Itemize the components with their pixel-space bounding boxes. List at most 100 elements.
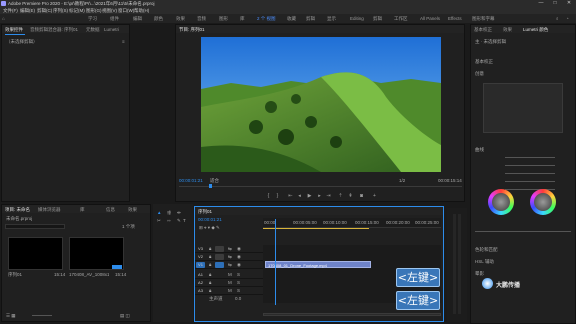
razor-tool-icon[interactable]: ✂	[157, 218, 161, 224]
zoom-slider[interactable]	[32, 315, 52, 316]
timeline-scroll-bar[interactable]	[263, 313, 441, 316]
section-wheels-match[interactable]: 色轮和匹配	[475, 247, 498, 253]
tab-project[interactable]: 项目: 未命名	[5, 207, 30, 213]
adjust-slider[interactable]	[505, 181, 555, 182]
maximize-button[interactable]: □	[548, 0, 562, 7]
add-button-icon[interactable]: +	[372, 194, 377, 199]
track-mute-icon[interactable]: M	[228, 288, 232, 293]
workspace-tab[interactable]: 编辑	[133, 16, 142, 22]
go-to-out-icon[interactable]: ⇥	[326, 194, 331, 199]
section-curves[interactable]: 曲线	[475, 147, 484, 153]
track-eye-icon[interactable]: ◉	[237, 254, 241, 260]
workspace-tab[interactable]: 剪辑	[373, 16, 382, 22]
workspace-tab[interactable]: 库	[240, 16, 245, 22]
work-area-bar[interactable]	[263, 228, 369, 229]
video-clip[interactable]: 170408_01_Drone_Footage.mp4	[265, 261, 371, 268]
program-playhead[interactable]	[209, 184, 212, 188]
track-target[interactable]	[215, 262, 224, 268]
tab-effect-controls[interactable]: 效果控件	[5, 27, 23, 33]
track-lock-icon[interactable]: 🔒︎	[209, 246, 211, 251]
tab-media-browser[interactable]: 媒体浏览器	[38, 207, 61, 213]
workspace-tab[interactable]: 组件	[110, 16, 119, 22]
mark-out-icon[interactable]: }	[275, 194, 280, 199]
time-ruler[interactable]: 00:00 00:00:05:00 00:00:10:00 00:00:15:0…	[263, 218, 441, 228]
workspace-tab[interactable]: 颜色	[154, 16, 163, 22]
selection-tool-icon[interactable]: ▲	[157, 210, 161, 215]
extract-icon[interactable]: ⇞	[348, 194, 353, 199]
section-hsl-secondary[interactable]: HSL 辅助	[475, 259, 494, 265]
track-target[interactable]	[215, 254, 224, 260]
program-timecode[interactable]: 00:00:01:21	[179, 178, 203, 183]
track-lock-icon[interactable]: 🔒︎	[209, 280, 211, 285]
workspace-tab[interactable]: 剪辑	[306, 16, 315, 22]
workspace-tab[interactable]: 图形和字幕	[472, 16, 495, 22]
track-sync-icon[interactable]: ⇆	[228, 246, 232, 252]
track-lock-icon[interactable]: 🔒︎	[209, 262, 211, 267]
project-search-input[interactable]	[5, 224, 65, 229]
minimize-button[interactable]: —	[534, 0, 548, 7]
track-sync-icon[interactable]: ⇆	[228, 254, 232, 260]
notification-icon[interactable]: ◔	[566, 16, 569, 21]
resolution-dropdown[interactable]: 1/2	[399, 178, 405, 183]
tab-lumetri-scopes[interactable]: Lumetri	[104, 27, 119, 32]
timeline-tools-icons[interactable]: ⊞ ⌖ ▾ ◆ ✎	[199, 225, 220, 231]
workspace-tab[interactable]: 显示	[327, 16, 336, 22]
workspace-tab[interactable]: All Panels	[420, 16, 440, 21]
adjust-slider[interactable]	[505, 173, 555, 174]
adjust-slider[interactable]	[505, 157, 555, 158]
tab-audio-mixer[interactable]: 音频剪辑混合器: 序列01	[30, 27, 78, 33]
track-lock-icon[interactable]: 🔒︎	[209, 272, 211, 277]
export-frame-icon[interactable]: ◙	[359, 194, 364, 199]
timeline-playhead[interactable]	[274, 219, 276, 305]
section-creative[interactable]: 创意	[475, 71, 484, 77]
search-icon[interactable]: ⌕	[556, 16, 559, 21]
track-name[interactable]: A2	[196, 280, 205, 286]
tab-info[interactable]: 信息	[106, 207, 115, 213]
workspace-tab[interactable]: 收藏	[287, 16, 296, 22]
list-view-icon[interactable]: ☰ ▦	[6, 313, 16, 319]
go-to-in-icon[interactable]: ⇤	[288, 194, 293, 199]
tab-program[interactable]: 节目: 序列01	[179, 27, 205, 33]
step-forward-icon[interactable]: ▸	[317, 194, 322, 199]
tab-basic-correction[interactable]: 基本校正	[474, 27, 492, 33]
lift-icon[interactable]: ⇡	[338, 194, 343, 199]
track-solo-icon[interactable]: S	[237, 272, 240, 277]
tab-lumetri-color[interactable]: Lumetri 颜色	[523, 27, 548, 33]
color-wheel-shadows[interactable]	[488, 189, 514, 215]
program-scrub-bar[interactable]	[179, 186, 462, 187]
track-target[interactable]	[215, 246, 224, 252]
track-lock-icon[interactable]: 🔒︎	[209, 254, 211, 259]
home-icon[interactable]: ⌂	[2, 16, 5, 21]
wheel-slider[interactable]	[475, 231, 571, 232]
clip-thumbnail[interactable]	[8, 237, 63, 270]
tab-effects[interactable]: 效果	[128, 207, 137, 213]
pen-tool-icon[interactable]: ✎	[177, 218, 181, 224]
master-volume-value[interactable]: 0.0	[235, 296, 241, 301]
track-name[interactable]: A3	[196, 288, 205, 294]
workspace-tab[interactable]: Effects	[448, 16, 462, 21]
workspace-tab[interactable]: Editing	[350, 16, 364, 21]
workspace-tab[interactable]: 图形	[219, 16, 228, 22]
tab-effects[interactable]: 效果	[503, 27, 512, 33]
workspace-tab[interactable]: 音频	[197, 16, 206, 22]
mark-in-icon[interactable]: {	[266, 194, 271, 199]
workspace-tab-active[interactable]: 2 个 视图	[257, 16, 276, 22]
color-wheel-highlights[interactable]	[530, 189, 556, 215]
adjust-slider[interactable]	[505, 165, 555, 166]
track-select-tool-icon[interactable]: ⇶	[167, 210, 171, 216]
track-name[interactable]: V3	[196, 246, 205, 252]
lumetri-clip-selector[interactable]: 主 · 未选择剪辑	[475, 39, 506, 45]
new-item-icon[interactable]: ▤ ◫	[120, 313, 130, 319]
play-icon[interactable]: ▶	[307, 194, 312, 199]
workspace-tab[interactable]: 学习	[88, 16, 97, 22]
workspace-tab[interactable]: 效果	[176, 16, 185, 22]
tab-metadata[interactable]: 元数据	[86, 27, 100, 33]
track-solo-icon[interactable]: S	[237, 288, 240, 293]
track-mute-icon[interactable]: M	[228, 272, 232, 277]
track-sync-icon[interactable]: ⇆	[228, 262, 232, 268]
creative-look-preview[interactable]	[483, 83, 563, 133]
track-eye-icon[interactable]: ◉	[237, 246, 241, 252]
track-lock-icon[interactable]: 🔒︎	[209, 288, 211, 293]
type-tool-icon[interactable]: T	[183, 218, 186, 223]
track-name[interactable]: A1	[196, 272, 205, 278]
